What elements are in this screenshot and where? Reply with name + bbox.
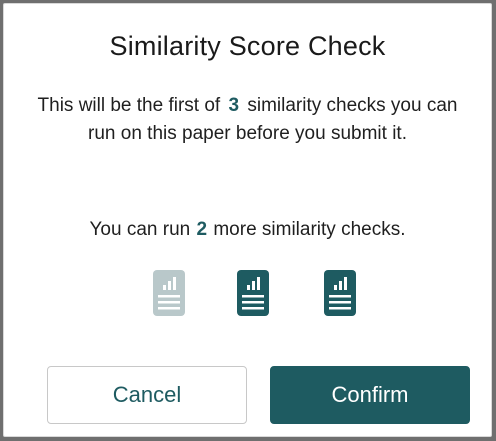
remaining-prefix: You can run bbox=[89, 219, 191, 240]
dialog-title: Similarity Score Check bbox=[109, 31, 386, 61]
confirm-button[interactable]: Confirm bbox=[270, 366, 470, 424]
dialog-description: This will be the first of 3 similarity c… bbox=[24, 92, 471, 148]
remaining-suffix: more similarity checks. bbox=[213, 219, 406, 240]
cancel-button[interactable]: Cancel bbox=[47, 366, 247, 424]
similarity-check-available-icon bbox=[237, 270, 269, 316]
similarity-score-dialog: Similarity Score Check This will be the … bbox=[3, 3, 492, 437]
similarity-check-used-icon bbox=[153, 270, 185, 316]
similarity-check-icons bbox=[4, 270, 491, 316]
remaining-checks-count: 2 bbox=[196, 219, 208, 240]
similarity-check-available-icon bbox=[324, 270, 356, 316]
remaining-checks-text: You can run 2 more similarity checks. bbox=[4, 219, 491, 241]
total-checks-count: 3 bbox=[228, 95, 240, 116]
description-text-start: This will be the first of bbox=[37, 95, 221, 116]
